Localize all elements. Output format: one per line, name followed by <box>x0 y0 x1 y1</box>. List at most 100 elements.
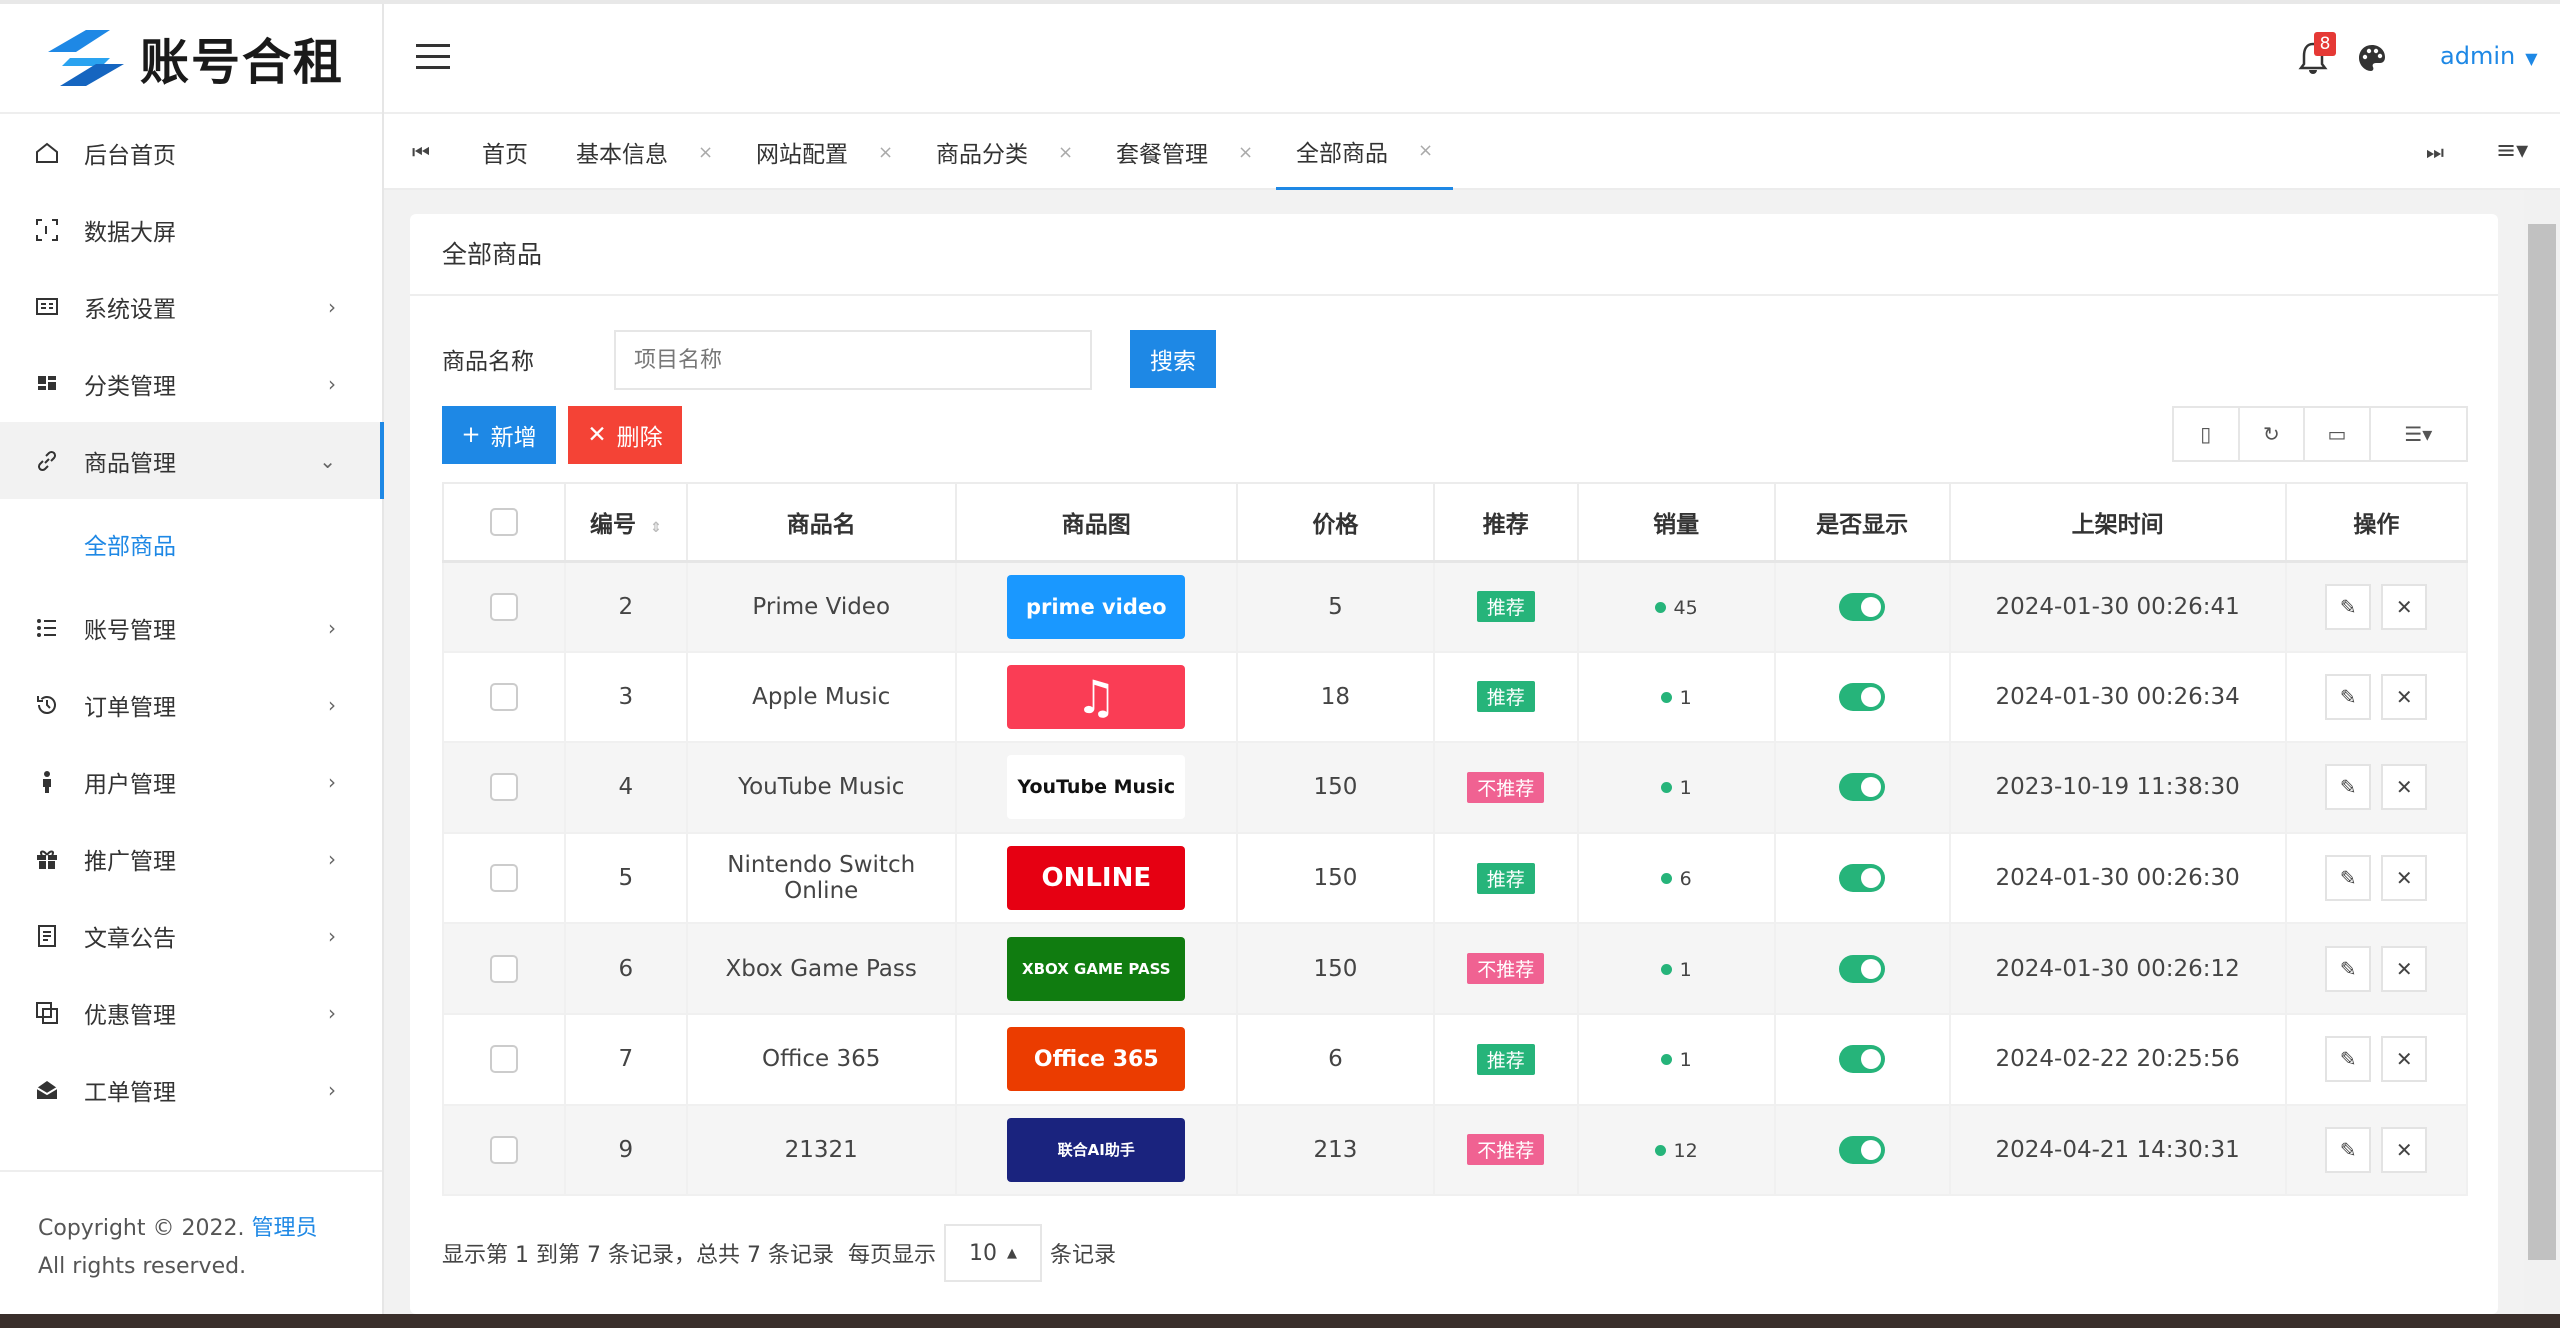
columns-icon[interactable]: ☰▾ <box>2371 408 2466 460</box>
main-content: 全部商品 商品名称 搜索 + 新增 ✕ 删除 ▯ ↻ ▭ ☰▾ 编号 ⇕ 商品名 商品… <box>384 190 2524 1314</box>
logo[interactable]: 账号合租 <box>0 4 382 114</box>
tab-home[interactable]: 首页 <box>482 114 528 190</box>
edit-icon[interactable]: ✎ <box>2325 855 2372 902</box>
tab-menu-icon[interactable]: ≡▾ <box>2496 136 2528 164</box>
sidebar-item-promotion[interactable]: 推广管理 › <box>0 820 382 897</box>
copyright-link[interactable]: 管理员 <box>251 1216 317 1241</box>
sidebar-item-settings[interactable]: 系统设置 › <box>0 268 382 345</box>
menu-toggle-icon[interactable] <box>416 44 450 70</box>
delete-row-icon[interactable]: ✕ <box>2381 1126 2428 1173</box>
sidebar-item-orders[interactable]: 订单管理 › <box>0 666 382 743</box>
chevron-right-icon: › <box>328 1000 336 1025</box>
tab-close-icon[interactable]: × <box>698 142 713 163</box>
delete-row-icon[interactable]: ✕ <box>2381 583 2428 630</box>
row-select-cell[interactable] <box>442 741 566 834</box>
visible-toggle[interactable] <box>1839 592 1886 621</box>
sort-icon[interactable]: ⇕ <box>650 520 662 536</box>
row-checkbox[interactable] <box>489 954 518 983</box>
sidebar-item-category[interactable]: 分类管理 › <box>0 345 382 422</box>
sidebar-item-home[interactable]: 后台首页 <box>0 114 382 191</box>
row-checkbox[interactable] <box>489 1135 518 1164</box>
product-image[interactable]: Office 365 <box>1007 1027 1186 1092</box>
search-input[interactable] <box>614 330 1092 390</box>
delete-row-icon[interactable]: ✕ <box>2381 1036 2428 1083</box>
tab-all-products[interactable]: 全部商品 × <box>1276 114 1454 190</box>
cell-actions: ✎ ✕ <box>2284 1103 2469 1197</box>
visible-toggle[interactable] <box>1839 682 1886 711</box>
palette-icon[interactable] <box>2356 42 2388 74</box>
tab-basic-info[interactable]: 基本信息 × <box>576 114 713 190</box>
visible-toggle[interactable] <box>1839 773 1886 802</box>
tab-scroll-left-icon[interactable]: ⏮ <box>412 140 430 164</box>
tab-product-category[interactable]: 商品分类 × <box>936 114 1073 190</box>
col-id[interactable]: 编号 ⇕ <box>563 482 688 563</box>
sidebar-item-accounts[interactable]: 账号管理 › <box>0 589 382 666</box>
visible-toggle[interactable] <box>1839 1135 1886 1164</box>
row-select-cell[interactable] <box>442 831 566 925</box>
search-button[interactable]: 搜索 <box>1130 330 1216 388</box>
delete-row-icon[interactable]: ✕ <box>2381 855 2428 902</box>
edit-icon[interactable]: ✎ <box>2325 583 2372 630</box>
delete-row-icon[interactable]: ✕ <box>2381 945 2428 992</box>
product-image[interactable]: XBOX GAME PASS <box>1007 936 1186 1001</box>
row-select-cell[interactable] <box>442 1103 566 1197</box>
tab-site-config[interactable]: 网站配置 × <box>756 114 893 190</box>
pagination: 显示第 1 到第 7 条记录，总共 7 条记录 每页显示 10 ▲ 条记录 <box>442 1224 1116 1282</box>
product-image[interactable]: ♫ <box>1007 664 1186 729</box>
refresh-icon[interactable]: ↻ <box>2240 408 2306 460</box>
edit-icon[interactable]: ✎ <box>2325 1126 2372 1173</box>
row-select-cell[interactable] <box>442 560 566 653</box>
product-image[interactable]: prime video <box>1007 574 1186 639</box>
sidebar-item-dashboard[interactable]: 数据大屏 <box>0 191 382 268</box>
edit-icon[interactable]: ✎ <box>2325 764 2372 811</box>
sidebar-item-users[interactable]: 用户管理 › <box>0 743 382 820</box>
table-row: 4 YouTube Music YouTube Music 150 不推荐 1 2023-1… <box>442 741 2469 834</box>
sidebar-item-label: 文章公告 <box>84 925 176 952</box>
cell-visible <box>1773 831 1951 925</box>
fullscreen-icon[interactable]: ▭ <box>2305 408 2371 460</box>
edit-icon[interactable]: ✎ <box>2325 673 2372 720</box>
scrollbar-thumb[interactable] <box>2528 224 2556 1260</box>
product-image[interactable]: 联合AI助手 <box>1007 1117 1186 1182</box>
product-image[interactable]: ONLINE <box>1007 846 1186 911</box>
sidebar-item-articles[interactable]: 文章公告 › <box>0 897 382 974</box>
row-checkbox[interactable] <box>489 592 518 621</box>
row-checkbox[interactable] <box>489 682 518 711</box>
sidebar-item-label: 全部商品 <box>84 534 176 560</box>
visible-toggle[interactable] <box>1839 1045 1886 1074</box>
edit-icon[interactable]: ✎ <box>2325 1036 2372 1083</box>
row-select-cell[interactable] <box>442 1012 566 1106</box>
delete-row-icon[interactable]: ✕ <box>2381 673 2428 720</box>
tab-close-icon[interactable]: × <box>1418 140 1433 161</box>
add-button[interactable]: + 新增 <box>442 406 556 464</box>
delete-row-icon[interactable]: ✕ <box>2381 764 2428 811</box>
tab-package[interactable]: 套餐管理 × <box>1116 114 1253 190</box>
tab-close-icon[interactable]: × <box>1238 142 1253 163</box>
row-checkbox[interactable] <box>489 1045 518 1074</box>
user-menu[interactable]: admin ▼ <box>2440 42 2538 70</box>
tab-close-icon[interactable]: × <box>1058 142 1073 163</box>
row-select-cell[interactable] <box>442 650 566 744</box>
row-checkbox[interactable] <box>489 773 518 802</box>
sidebar-subitem-all-products[interactable]: 全部商品 <box>0 499 382 589</box>
select-all-cell[interactable] <box>442 482 566 563</box>
product-image[interactable]: YouTube Music <box>1007 755 1186 820</box>
edit-icon[interactable]: ✎ <box>2325 945 2372 992</box>
visible-toggle[interactable] <box>1839 954 1886 983</box>
cell-name: YouTube Music <box>685 741 957 834</box>
table-row: 3 Apple Music ♫ 18 推荐 1 2024-01-30 00:26:34 ✎ ✕ <box>442 650 2469 744</box>
delete-button[interactable]: ✕ 删除 <box>568 406 682 464</box>
tab-scroll-right-icon[interactable]: ⏭ <box>2426 140 2444 164</box>
scrollbar[interactable] <box>2524 190 2560 1314</box>
tab-close-icon[interactable]: × <box>878 142 893 163</box>
mobile-view-icon[interactable]: ▯ <box>2174 408 2240 460</box>
visible-toggle[interactable] <box>1839 864 1886 893</box>
per-page-select[interactable]: 10 ▲ <box>943 1224 1042 1282</box>
select-all-checkbox[interactable] <box>489 507 518 536</box>
sidebar-item-tickets[interactable]: 工单管理 › <box>0 1051 382 1128</box>
tab-label: 首页 <box>482 142 528 168</box>
row-checkbox[interactable] <box>489 864 518 893</box>
row-select-cell[interactable] <box>442 922 566 1015</box>
sidebar-item-coupons[interactable]: 优惠管理 › <box>0 974 382 1051</box>
sidebar-item-products[interactable]: 商品管理 ⌄ <box>0 422 384 499</box>
